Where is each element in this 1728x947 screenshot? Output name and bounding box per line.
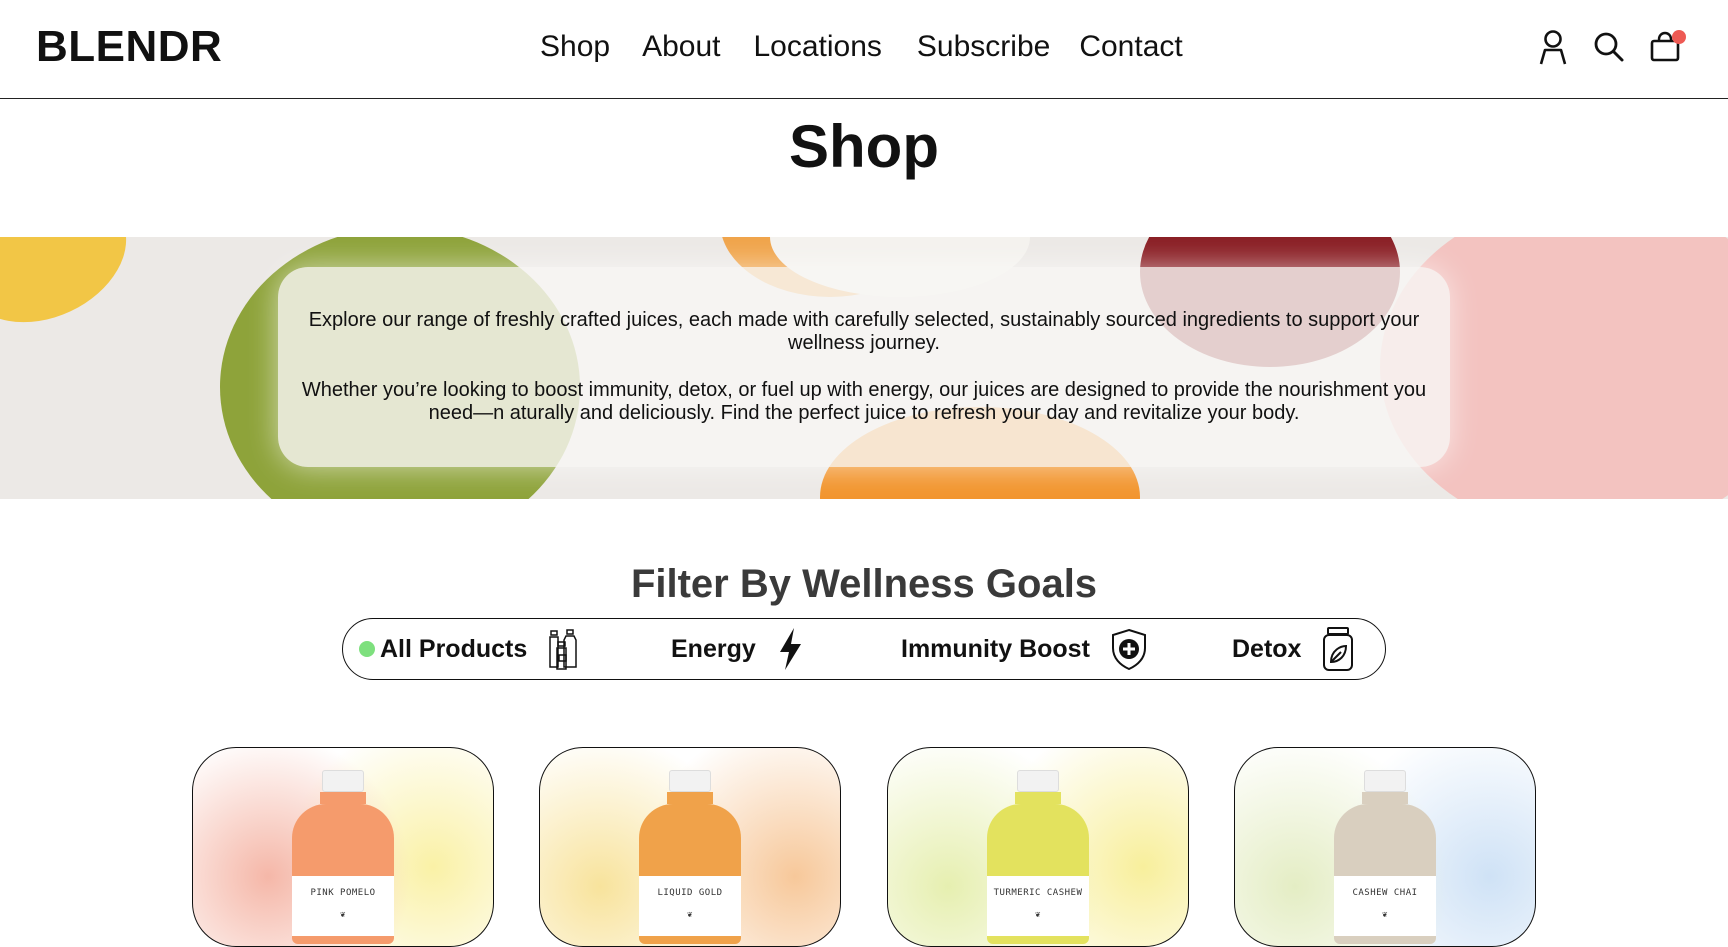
- lightning-icon: [776, 627, 804, 671]
- bottle-neck: [667, 792, 713, 804]
- filter-label: Immunity Boost: [901, 634, 1090, 663]
- site-header: BLENDR Shop About Locations Subscribe Co…: [0, 0, 1728, 99]
- product-bottle: CASHEW CHAI ❦: [1334, 770, 1436, 944]
- filter-label: All Products: [380, 634, 528, 663]
- nav-link-subscribe[interactable]: Subscribe: [917, 30, 1050, 64]
- product-card[interactable]: TURMERIC CASHEW ❦: [887, 747, 1189, 947]
- shield-plus-icon: [1110, 628, 1148, 670]
- bottle-neck: [320, 792, 366, 804]
- nav-link-shop[interactable]: Shop: [540, 30, 610, 64]
- bottle-label: LIQUID GOLD ❦: [639, 876, 741, 936]
- leaf-icon: ❦: [1382, 910, 1388, 920]
- filter-label: Detox: [1232, 634, 1302, 663]
- leaf-icon: ❦: [340, 910, 346, 920]
- bottle-cap: [669, 770, 711, 792]
- bottle-label: TURMERIC CASHEW ❦: [987, 876, 1089, 936]
- bottle-label: PINK POMELO ❦: [292, 876, 394, 936]
- product-card[interactable]: PINK POMELO ❦: [192, 747, 494, 947]
- product-name: LIQUID GOLD: [657, 888, 723, 898]
- nav-link-locations[interactable]: Locations: [753, 30, 881, 64]
- page-title: Shop: [789, 113, 939, 180]
- product-name: TURMERIC CASHEW: [993, 888, 1083, 898]
- jar-leaf-icon: [1321, 626, 1355, 672]
- bottle-neck: [1015, 792, 1061, 804]
- bottle-cap: [1364, 770, 1406, 792]
- brand-logo[interactable]: BLENDR: [36, 22, 222, 72]
- intro-card: Explore our range of freshly crafted jui…: [278, 267, 1450, 467]
- active-indicator: [359, 641, 375, 657]
- bottle-body: TURMERIC CASHEW ❦: [987, 804, 1089, 944]
- filter-label: Energy: [671, 634, 756, 663]
- search-icon[interactable]: [1592, 28, 1626, 66]
- bottle-neck: [1362, 792, 1408, 804]
- bottle-body: PINK POMELO ❦: [292, 804, 394, 944]
- hero-bottle-yellow: [0, 237, 148, 348]
- user-icon[interactable]: [1536, 28, 1570, 66]
- product-name: CASHEW CHAI: [1352, 888, 1418, 898]
- product-grid: PINK POMELO ❦ LIQUID GOLD ❦ TURMERIC CAS…: [0, 747, 1728, 947]
- product-name: PINK POMELO: [310, 888, 376, 898]
- intro-paragraph-1: Explore our range of freshly crafted jui…: [308, 309, 1420, 354]
- leaf-icon: ❦: [1035, 910, 1041, 920]
- product-bottle: TURMERIC CASHEW ❦: [987, 770, 1089, 944]
- filter-title: Filter By Wellness Goals: [630, 562, 1098, 606]
- product-card[interactable]: LIQUID GOLD ❦: [539, 747, 841, 947]
- filter-all-products[interactable]: All Products: [359, 619, 583, 679]
- product-bottle: PINK POMELO ❦: [292, 770, 394, 944]
- nav-link-about[interactable]: About: [642, 30, 720, 64]
- bottles-icon: [547, 628, 583, 670]
- bottle-label: CASHEW CHAI ❦: [1334, 876, 1436, 936]
- nav-link-contact[interactable]: Contact: [1079, 30, 1182, 64]
- cart-badge: [1672, 30, 1686, 44]
- product-bottle: LIQUID GOLD ❦: [639, 770, 741, 944]
- header-actions: [1536, 28, 1686, 66]
- filter-bar: All Products Energy Immunity Boost Detox: [342, 618, 1386, 680]
- filter-immunity-boost[interactable]: Immunity Boost: [901, 619, 1148, 679]
- bottle-cap: [1017, 770, 1059, 792]
- filter-detox[interactable]: Detox: [1232, 619, 1355, 679]
- leaf-icon: ❦: [687, 910, 693, 920]
- bottle-body: LIQUID GOLD ❦: [639, 804, 741, 944]
- hero-banner: Explore our range of freshly crafted jui…: [0, 237, 1728, 499]
- cart-icon[interactable]: [1648, 28, 1686, 66]
- bottle-body: CASHEW CHAI ❦: [1334, 804, 1436, 944]
- filter-energy[interactable]: Energy: [671, 619, 804, 679]
- product-card[interactable]: CASHEW CHAI ❦: [1234, 747, 1536, 947]
- bottle-cap: [322, 770, 364, 792]
- main-nav: Shop About Locations Subscribe Contact: [540, 30, 1183, 64]
- intro-paragraph-2: Whether you’re looking to boost immunity…: [301, 379, 1427, 424]
